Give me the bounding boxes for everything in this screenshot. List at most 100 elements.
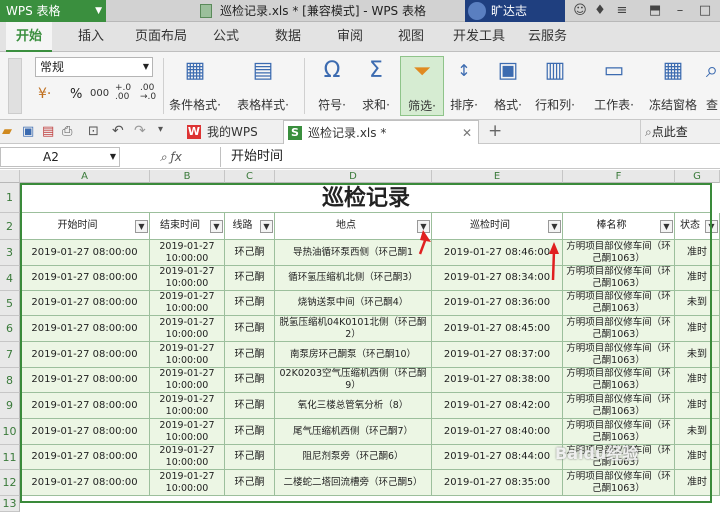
- header-cell[interactable]: 状态 ▼: [675, 213, 720, 240]
- sheet-title[interactable]: 巡检记录: [20, 184, 712, 213]
- format-button[interactable]: ▣ 格式·: [491, 56, 525, 116]
- tab-view[interactable]: 视图: [398, 22, 424, 52]
- fx-icon[interactable]: ⌕ ƒx: [160, 147, 220, 167]
- table-cell[interactable]: 2019-01-27 08:00:00: [20, 342, 150, 368]
- table-cell[interactable]: 2019-01-27 08:42:00: [432, 393, 563, 419]
- worksheet-button[interactable]: ▭ 工作表·: [589, 56, 639, 116]
- symbol-button[interactable]: Ω 符号·: [312, 56, 352, 116]
- table-cell[interactable]: 2019-01-27 08:00:00: [20, 368, 150, 393]
- column-header-f[interactable]: F: [563, 170, 675, 183]
- filter-dropdown-icon[interactable]: ▼: [260, 220, 273, 233]
- open-folder-icon[interactable]: ▰: [2, 124, 12, 139]
- row-header-12[interactable]: 12: [0, 470, 20, 496]
- table-cell[interactable]: 2019-01-27 10:00:00: [150, 470, 225, 496]
- row-header-1[interactable]: 1: [0, 183, 20, 213]
- table-cell[interactable]: 2019-01-27 10:00:00: [150, 445, 225, 470]
- table-cell[interactable]: 导热油循环泵西侧（环己酮1: [275, 240, 432, 266]
- table-cell[interactable]: 方明项目部仪修车间（环己酮1063）: [563, 393, 675, 419]
- filter-dropdown-icon[interactable]: ▼: [705, 220, 718, 233]
- table-style-button[interactable]: ▤ 表格样式·: [235, 56, 291, 116]
- table-cell[interactable]: 2019-01-27 08:45:00: [432, 316, 563, 342]
- column-header-b[interactable]: B: [150, 170, 225, 183]
- filter-dropdown-icon[interactable]: ▼: [417, 220, 430, 233]
- table-cell[interactable]: 2019-01-27 10:00:00: [150, 342, 225, 368]
- table-cell[interactable]: 2019-01-27 08:00:00: [20, 419, 150, 445]
- doc-tab-my-wps[interactable]: W 我的WPS: [183, 120, 281, 144]
- table-cell[interactable]: 循环氢压缩机北侧（环己酮3）: [275, 266, 432, 291]
- table-cell[interactable]: 2019-01-27 08:44:00: [432, 445, 563, 470]
- table-cell[interactable]: 环己酮: [225, 368, 275, 393]
- column-header-c[interactable]: C: [225, 170, 275, 183]
- table-cell[interactable]: 方明项目部仪修车间（环己酮1063）: [563, 342, 675, 368]
- restore-icon[interactable]: ⬒: [645, 0, 665, 22]
- table-cell[interactable]: 阻尼剂泵旁（环己酮6）: [275, 445, 432, 470]
- table-cell[interactable]: 准时: [675, 470, 720, 496]
- row-header-5[interactable]: 5: [0, 291, 20, 316]
- header-cell[interactable]: 结束时间 ▼: [150, 213, 225, 240]
- table-cell[interactable]: 2019-01-27 10:00:00: [150, 316, 225, 342]
- currency-icon[interactable]: ¥·: [38, 86, 51, 102]
- tab-data[interactable]: 数据: [275, 22, 301, 52]
- table-cell[interactable]: 2019-01-27 08:40:00: [432, 419, 563, 445]
- header-cell[interactable]: 开始时间 ▼: [20, 213, 150, 240]
- tab-developer[interactable]: 开发工具: [453, 22, 505, 52]
- table-cell[interactable]: 准时: [675, 393, 720, 419]
- tab-home[interactable]: 开始: [6, 22, 53, 52]
- table-cell[interactable]: 方明项目部仪修车间（环己酮1063）: [563, 368, 675, 393]
- tab-review[interactable]: 审阅: [337, 22, 363, 52]
- table-cell[interactable]: 2019-01-27 10:00:00: [150, 266, 225, 291]
- row-header-13[interactable]: 13: [0, 496, 20, 512]
- conditional-format-button[interactable]: ▦ 条件格式·: [168, 56, 222, 116]
- table-cell[interactable]: 烧钠送泵中间（环己酮4）: [275, 291, 432, 316]
- menu-icon[interactable]: ≡: [612, 0, 632, 22]
- table-cell[interactable]: 2019-01-27 10:00:00: [150, 240, 225, 266]
- tab-cloud[interactable]: 云服务: [528, 22, 567, 52]
- row-header-9[interactable]: 9: [0, 393, 20, 419]
- table-cell[interactable]: 环己酮: [225, 393, 275, 419]
- header-cell[interactable]: 线路 ▼: [225, 213, 275, 240]
- minimize-icon[interactable]: –: [670, 0, 690, 22]
- table-cell[interactable]: 2019-01-27 08:37:00: [432, 342, 563, 368]
- shirt-icon[interactable]: ♦: [590, 0, 610, 22]
- row-header-7[interactable]: 7: [0, 342, 20, 368]
- table-cell[interactable]: 二楼蛇二塔回流槽旁（环己酮5）: [275, 470, 432, 496]
- export-pdf-icon[interactable]: ▤: [42, 124, 54, 139]
- table-cell[interactable]: 未到: [675, 291, 720, 316]
- row-header-10[interactable]: 10: [0, 419, 20, 445]
- table-cell[interactable]: 未到: [675, 342, 720, 368]
- close-icon[interactable]: ✕: [462, 121, 472, 145]
- table-cell[interactable]: 脱氢压缩机04K0101北侧（环己酮2）: [275, 316, 432, 342]
- table-cell[interactable]: 方明项目部仪修车间（环己酮1063）: [563, 291, 675, 316]
- filter-dropdown-icon[interactable]: ▼: [135, 220, 148, 233]
- name-box[interactable]: A2 ▼: [0, 147, 120, 167]
- filter-dropdown-icon[interactable]: ▼: [210, 220, 223, 233]
- rows-cols-button[interactable]: ▥ 行和列·: [533, 56, 577, 116]
- table-cell[interactable]: 准时: [675, 266, 720, 291]
- table-cell[interactable]: 环己酮: [225, 342, 275, 368]
- row-header-2[interactable]: 2: [0, 213, 20, 240]
- row-header-3[interactable]: 3: [0, 240, 20, 266]
- row-header-4[interactable]: 4: [0, 266, 20, 291]
- row-header-11[interactable]: 11: [0, 445, 20, 470]
- table-cell[interactable]: 2019-01-27 08:00:00: [20, 266, 150, 291]
- percent-button[interactable]: %: [70, 87, 82, 102]
- table-cell[interactable]: 方明项目部仪修车间（环己酮1063）: [563, 240, 675, 266]
- column-header-e[interactable]: E: [432, 170, 563, 183]
- sort-button[interactable]: ↕ 排序·: [447, 56, 481, 116]
- print-icon[interactable]: ⎙: [62, 124, 72, 139]
- redo-icon[interactable]: ↷: [134, 123, 146, 139]
- table-cell[interactable]: 尾气压缩机西侧（环己酮7）: [275, 419, 432, 445]
- skin-icon[interactable]: ☺: [570, 0, 590, 22]
- table-cell[interactable]: 02K0203空气压缩机西侧（环己酮9）: [275, 368, 432, 393]
- table-cell[interactable]: 2019-01-27 10:00:00: [150, 419, 225, 445]
- table-cell[interactable]: 环己酮: [225, 419, 275, 445]
- table-cell[interactable]: 准时: [675, 240, 720, 266]
- table-cell[interactable]: 2019-01-27 10:00:00: [150, 291, 225, 316]
- table-cell[interactable]: 2019-01-27 08:38:00: [432, 368, 563, 393]
- decrease-decimal-icon[interactable]: .00 →.0: [140, 84, 156, 102]
- thousands-icon[interactable]: 000: [90, 88, 109, 99]
- table-cell[interactable]: 2019-01-27 08:34:00: [432, 266, 563, 291]
- table-cell[interactable]: 准时: [675, 368, 720, 393]
- tab-insert[interactable]: 插入: [78, 22, 104, 52]
- column-header-g[interactable]: G: [675, 170, 720, 183]
